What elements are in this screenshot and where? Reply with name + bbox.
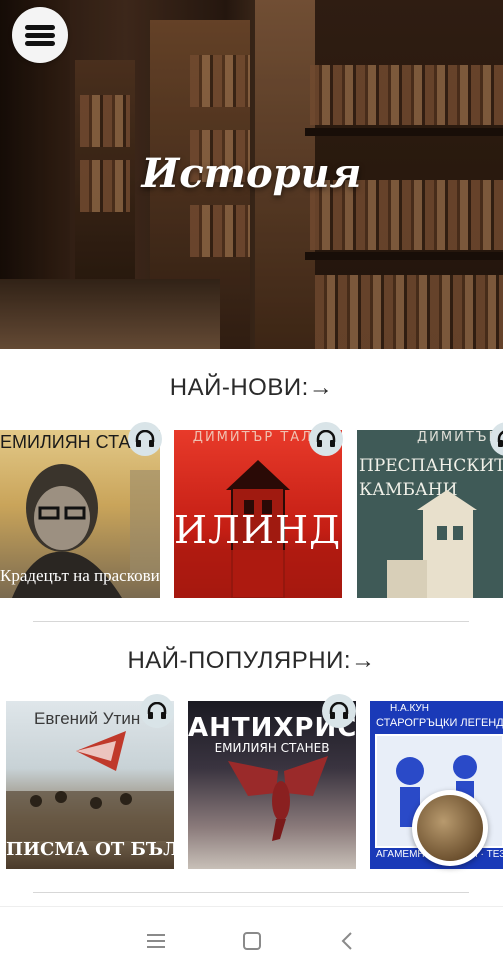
book-title: ИЛИНДЕН bbox=[174, 508, 342, 552]
headphones-icon bbox=[497, 430, 503, 447]
section-title-popular[interactable]: НАЙ-ПОПУЛЯРНИ:→ bbox=[0, 647, 503, 675]
hero-banner: История bbox=[0, 0, 503, 349]
recent-apps-icon[interactable] bbox=[146, 933, 166, 949]
page-title: История bbox=[141, 150, 362, 197]
headphones-icon bbox=[329, 702, 349, 719]
mini-player-button[interactable] bbox=[412, 790, 488, 866]
tower-illustration bbox=[387, 490, 477, 598]
audio-button[interactable] bbox=[140, 694, 174, 728]
audio-button[interactable] bbox=[309, 422, 343, 456]
headphones-icon bbox=[316, 430, 336, 447]
headphones-icon bbox=[147, 702, 167, 719]
audio-button[interactable] bbox=[322, 694, 356, 728]
book-title: ПИСМА ОТ БЪЛГАРИЯ bbox=[6, 839, 174, 860]
audio-button[interactable] bbox=[128, 422, 162, 456]
book-cover[interactable]: ДИМИТЪР ТАЛЕ ИЛИНДЕН bbox=[174, 430, 342, 598]
section-title-newest[interactable]: НАЙ-НОВИ:→ bbox=[0, 374, 503, 402]
book-cover[interactable]: ЕМИЛИЯН СТАН Крадецът на праскови bbox=[0, 430, 160, 598]
headphones-icon bbox=[135, 430, 155, 447]
back-icon[interactable] bbox=[340, 931, 354, 951]
section-divider bbox=[33, 892, 469, 893]
menu-button[interactable] bbox=[12, 7, 68, 63]
home-icon[interactable] bbox=[242, 931, 262, 951]
now-playing-cover bbox=[417, 795, 483, 861]
book-title: Крадецът на праскови bbox=[0, 566, 160, 585]
hamburger-menu-icon bbox=[25, 25, 55, 30]
system-nav-bar bbox=[0, 906, 503, 974]
book-cover[interactable]: ДИМИТЪР Т ПРЕСПАНСКИТЕ КАМБАНИ bbox=[357, 430, 503, 598]
section-divider bbox=[33, 621, 469, 622]
